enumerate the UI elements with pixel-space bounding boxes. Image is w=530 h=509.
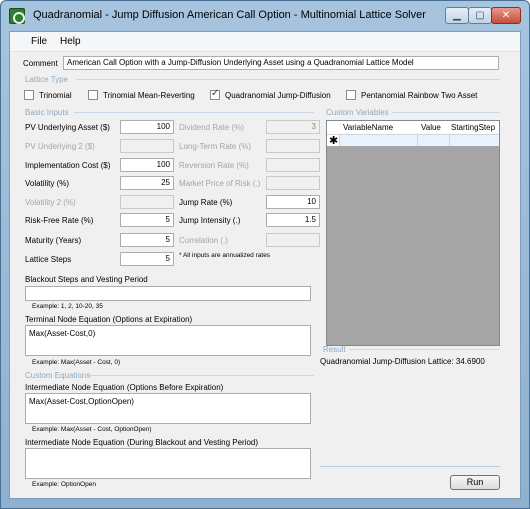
lattice-steps-label: Lattice Steps	[25, 255, 72, 264]
comment-label: Comment	[23, 59, 58, 68]
window-title: Quadranomial - Jump Diffusion American C…	[33, 9, 426, 21]
custom-variables-grid[interactable]: VariableName Value StartingStep ✱	[326, 120, 500, 346]
implementation-cost-label: Implementation Cost ($)	[25, 161, 111, 170]
pv-underlying2-input[interactable]	[120, 139, 174, 153]
trinomial-label: Trinomial	[39, 91, 72, 100]
volatility2-label: Volatility 2 (%)	[25, 198, 76, 207]
jump-rate-label: Jump Rate (%)	[179, 198, 233, 207]
app-logo-icon	[9, 8, 25, 24]
risk-free-rate-label: Risk-Free Rate (%)	[25, 216, 94, 225]
implementation-cost-input[interactable]: 100	[120, 158, 174, 172]
intermediate-equation-input[interactable]: Max(Asset-Cost,OptionOpen)	[25, 393, 311, 424]
intermediate-equation-label: Intermediate Node Equation (Options Befo…	[25, 383, 224, 392]
dividend-rate-label: Dividend Rate (%)	[179, 123, 244, 132]
blackout-label: Blackout Steps and Vesting Period	[25, 275, 148, 284]
title-bar[interactable]: Quadranomial - Jump Diffusion American C…	[1, 1, 529, 31]
terminal-equation-input[interactable]: Max(Asset-Cost,0)	[25, 325, 311, 356]
result-divider	[349, 349, 500, 350]
menu-file[interactable]: File	[31, 36, 47, 47]
dividend-rate-input[interactable]: 3	[266, 120, 320, 134]
volatility-label: Volatility (%)	[25, 179, 70, 188]
jump-intensity-input[interactable]: 1.5	[266, 213, 320, 227]
trinomial-mean-reverting-checkbox[interactable]	[88, 90, 98, 100]
minimize-button[interactable]: ▁	[445, 7, 469, 24]
correlation-input[interactable]	[266, 233, 320, 247]
lattice-type-section: Lattice Type	[25, 75, 68, 84]
grid-cell-variable-name[interactable]	[339, 135, 417, 146]
result-text: Quadranomial Jump-Diffusion Lattice: 34.…	[320, 357, 485, 366]
intermediate-blackout-input[interactable]	[25, 448, 311, 479]
blackout-input[interactable]	[25, 286, 311, 301]
result-section: Result	[323, 345, 346, 354]
pentanomial-rainbow-checkbox[interactable]	[346, 90, 356, 100]
intermediate-blackout-label: Intermediate Node Equation (During Black…	[25, 438, 259, 447]
close-button[interactable]: ✕	[491, 7, 521, 24]
basic-inputs-divider	[74, 112, 314, 113]
pv-underlying2-label: PV Underlying 2 ($)	[25, 142, 95, 151]
grid-cell-starting-step[interactable]	[449, 135, 499, 146]
comment-input[interactable]: American Call Option with a Jump-Diffusi…	[63, 56, 499, 70]
terminal-equation-label: Terminal Node Equation (Options at Expir…	[25, 315, 193, 324]
custom-equations-divider	[90, 375, 314, 376]
lattice-steps-input[interactable]: 5	[120, 252, 174, 266]
intermediate-blackout-example: Example: OptionOpen	[32, 481, 96, 488]
quadranomial-jump-diffusion-label: Quadranomial Jump-Diffusion	[225, 91, 331, 100]
lattice-type-divider	[76, 79, 500, 80]
pv-underlying-input[interactable]: 100	[120, 120, 174, 134]
new-row-star-icon: ✱	[329, 135, 339, 147]
menu-help[interactable]: Help	[60, 36, 81, 47]
reversion-rate-input[interactable]	[266, 158, 320, 172]
long-term-rate-label: Long-Term Rate (%)	[179, 142, 252, 151]
custom-variables-section: Custom Variables	[326, 108, 389, 117]
trinomial-checkbox[interactable]	[24, 90, 34, 100]
grid-cell-value[interactable]	[417, 135, 449, 146]
reversion-rate-label: Reversion Rate (%)	[179, 161, 249, 170]
market-price-risk-label: Market Price of Risk (.)	[179, 179, 261, 188]
client-area: File Help Comment American Call Option w…	[9, 31, 521, 499]
app-window: Quadranomial - Jump Diffusion American C…	[0, 0, 530, 509]
trinomial-mean-reverting-label: Trinomial Mean-Reverting	[103, 91, 195, 100]
basic-inputs-section: Basic Inputs	[25, 108, 69, 117]
run-button[interactable]: Run	[450, 475, 500, 490]
volatility-input[interactable]: 25	[120, 176, 174, 190]
custom-equations-section: Custom Equations	[25, 371, 91, 380]
grid-col-value[interactable]: Value	[421, 123, 441, 132]
jump-rate-input[interactable]: 10	[266, 195, 320, 209]
grid-header: VariableName Value StartingStep	[327, 121, 499, 135]
maximize-button[interactable]: ▢	[468, 7, 492, 24]
market-price-risk-input[interactable]	[266, 176, 320, 190]
menu-bar: File Help	[10, 32, 520, 52]
blackout-example: Example: 1, 2, 10-20, 35	[32, 303, 103, 310]
long-term-rate-input[interactable]	[266, 139, 320, 153]
correlation-label: Correlation (.)	[179, 236, 228, 245]
quadranomial-jump-diffusion-checkbox[interactable]	[210, 88, 220, 100]
maturity-input[interactable]: 5	[120, 233, 174, 247]
intermediate-example: Example: Max(Asset - Cost, OptionOpen)	[32, 426, 152, 433]
custom-variables-divider	[392, 112, 500, 113]
maturity-label: Maturity (Years)	[25, 236, 82, 245]
pv-underlying-label: PV Underlying Asset ($)	[25, 123, 110, 132]
terminal-example: Example: Max(Asset - Cost, 0)	[32, 359, 121, 366]
risk-free-rate-input[interactable]: 5	[120, 213, 174, 227]
grid-col-variable-name[interactable]: VariableName	[343, 123, 393, 132]
grid-col-starting-step[interactable]: StartingStep	[451, 123, 495, 132]
result-bottom-divider	[320, 466, 500, 467]
volatility2-input[interactable]	[120, 195, 174, 209]
pentanomial-rainbow-label: Pentanomial Rainbow Two Asset	[361, 91, 478, 100]
annualized-note: * All inputs are annualized rates	[179, 252, 271, 259]
jump-intensity-label: Jump Intensity (.)	[179, 216, 241, 225]
